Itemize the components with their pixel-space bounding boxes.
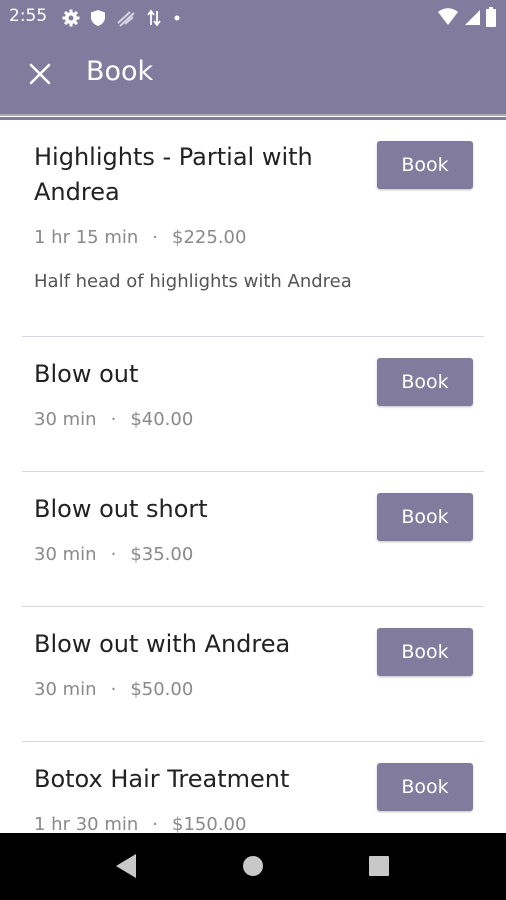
recents-icon[interactable] [369,856,389,876]
service-price: $50.00 [130,679,194,700]
service-meta: 30 min · $35.00 [34,544,193,565]
book-button[interactable]: Book [377,763,473,811]
service-duration: 30 min [34,679,97,700]
service-price: $150.00 [172,814,247,833]
service-item: Blow out with Andrea 30 min · $50.00 Book [22,607,484,742]
service-name: Blow out [34,360,139,388]
service-item: Blow out 30 min · $40.00 Book [22,337,484,472]
close-icon[interactable] [26,60,54,88]
service-meta: 1 hr 30 min · $150.00 [34,814,246,833]
page-title: Book [86,56,154,87]
meta-separator: · [110,679,117,700]
service-item: Highlights - Partial with Andrea 1 hr 15… [22,120,484,337]
service-duration: 1 hr 30 min [34,814,139,833]
meta-separator: · [110,544,117,565]
system-nav-bar [0,833,506,900]
book-button[interactable]: Book [377,628,473,676]
signal-icon [465,10,480,25]
service-meta: 30 min · $40.00 [34,409,193,430]
service-price: $225.00 [172,227,247,248]
service-duration: 1 hr 15 min [34,227,139,248]
data-arrows-icon [147,9,161,27]
battery-icon [486,7,496,27]
service-item: Blow out short 30 min · $35.00 Book [22,472,484,607]
gear-icon [62,9,80,27]
service-name: Blow out short [34,495,208,523]
service-item: Botox Hair Treatment 1 hr 30 min · $150.00… [22,742,484,833]
home-icon[interactable] [242,855,264,877]
service-description: Half head of highlights with Andrea [34,271,352,292]
wifi-off-icon [117,11,135,27]
status-icons-left [62,8,182,28]
service-duration: 30 min [34,544,97,565]
book-button[interactable]: Book [377,358,473,406]
book-button[interactable]: Book [377,141,473,189]
service-name: Highlights - Partial with Andrea [34,143,313,206]
meta-separator: · [152,227,159,248]
service-meta: 30 min · $50.00 [34,679,193,700]
service-meta: 1 hr 15 min · $225.00 [34,227,246,248]
service-price: $40.00 [130,409,194,430]
meta-separator: · [110,409,117,430]
service-price: $35.00 [130,544,194,565]
status-time: 2:55 [9,6,48,26]
dot-icon [174,15,180,21]
book-button[interactable]: Book [377,493,473,541]
back-icon[interactable] [114,853,138,879]
wifi-icon [438,8,458,25]
app-bar: Book [0,36,506,114]
service-duration: 30 min [34,409,97,430]
service-name: Blow out with Andrea [34,630,291,658]
service-name: Botox Hair Treatment [34,765,290,793]
status-bar: 2:55 [0,0,506,36]
service-list[interactable]: Highlights - Partial with Andrea 1 hr 15… [0,120,506,833]
status-icons-right [438,7,496,27]
meta-separator: · [152,814,159,833]
shield-icon [91,10,105,26]
